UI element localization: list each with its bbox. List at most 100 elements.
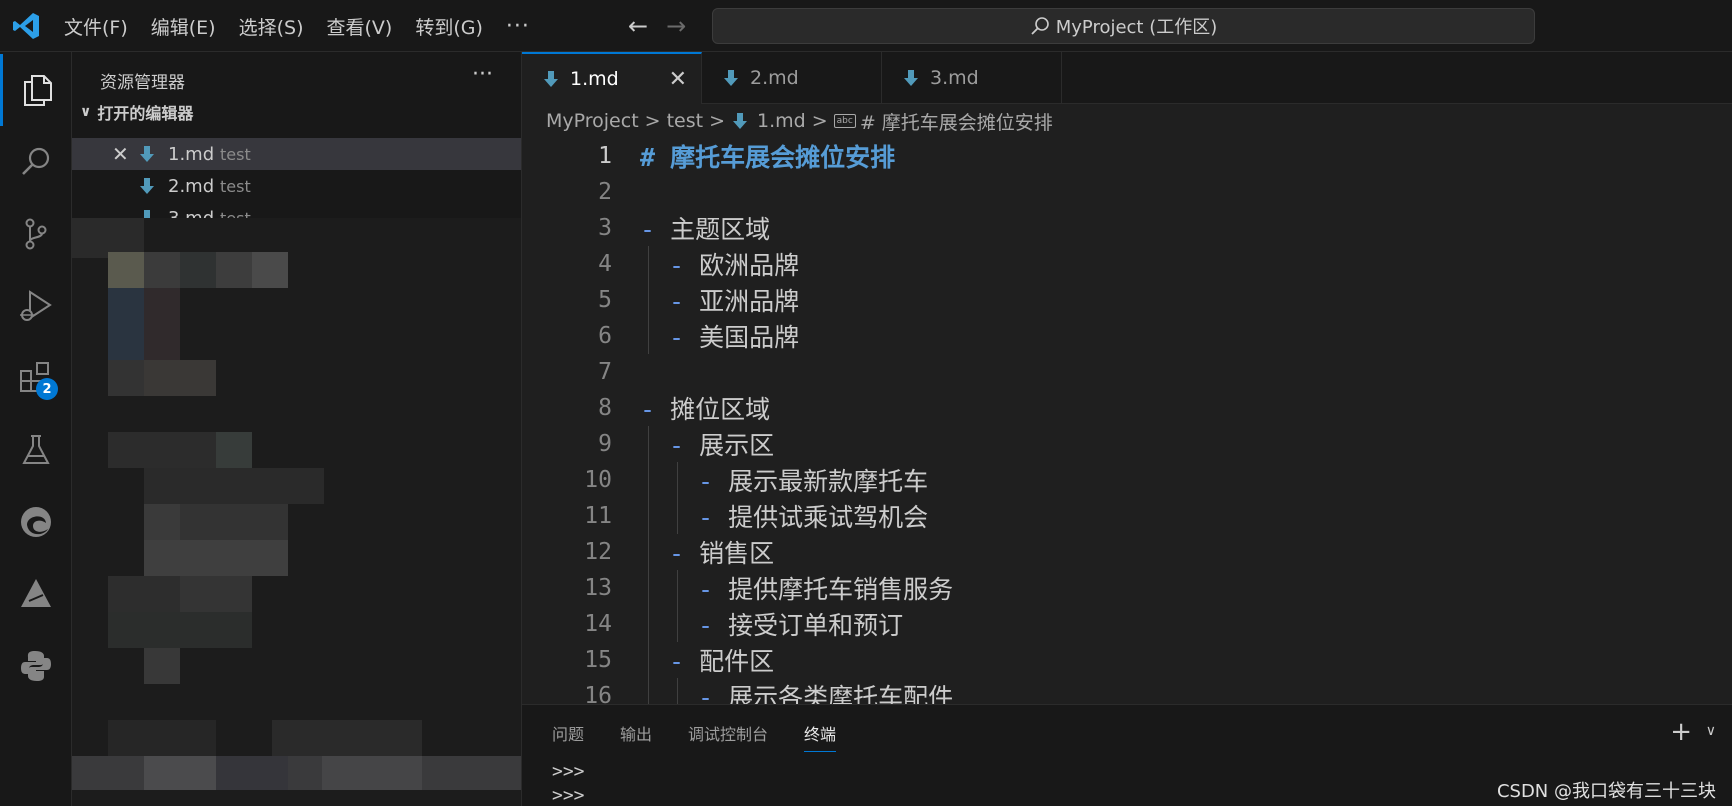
search-button[interactable] (0, 126, 72, 198)
line-number: 9 (598, 431, 612, 457)
terminal-prompt[interactable]: >>> (552, 785, 585, 806)
source-control-button[interactable] (0, 198, 72, 270)
line-number: 14 (584, 611, 612, 637)
code-line[interactable]: 8 - 摊位区域 (522, 390, 1732, 426)
menu-go[interactable]: 转到(G) (415, 13, 483, 40)
forward-arrow-icon[interactable]: → (666, 12, 686, 40)
extensions-button[interactable]: 2 (0, 342, 72, 414)
file-name: 2.md (168, 175, 215, 197)
list-item-text: - 亚洲品牌 (669, 282, 799, 318)
line-number: 2 (598, 179, 612, 205)
code-line[interactable]: 12 - 销售区 (522, 534, 1732, 570)
run-debug-button[interactable] (0, 270, 72, 342)
line-content: 配件区 (699, 647, 775, 676)
line-content: 接受订单和预订 (728, 611, 904, 640)
testing-button[interactable] (0, 414, 72, 486)
indent-guide (648, 426, 649, 462)
menu-more-icon[interactable]: ··· (506, 14, 530, 39)
triangle-button[interactable] (0, 558, 72, 630)
chevron-right-icon: > (811, 110, 828, 132)
source-control-icon (25, 218, 47, 250)
tab-2md[interactable]: 2.md (702, 52, 882, 104)
panel-tab-problems[interactable]: 问题 (552, 721, 584, 752)
editor-tabs: 1.md ✕ 2.md 3.md (522, 52, 1732, 104)
blurred-region (72, 218, 521, 806)
chevron-down-icon[interactable]: ∨ (1706, 723, 1716, 739)
panel-tab-debug-console[interactable]: 调试控制台 (688, 721, 768, 752)
line-number: 3 (598, 215, 612, 241)
open-editor-item[interactable]: 2.md test (72, 170, 521, 202)
back-arrow-icon[interactable]: ← (628, 12, 648, 40)
breadcrumb-symbol[interactable]: # 摩托车展会摊位安排 (860, 108, 1053, 135)
line-number: 15 (584, 647, 612, 673)
close-icon[interactable]: ✕ (112, 142, 129, 166)
code-line[interactable]: 9 - 展示区 (522, 426, 1732, 462)
panel-tab-terminal[interactable]: 终端 (804, 721, 837, 752)
nav-arrows: ← → (628, 12, 686, 40)
open-editor-item[interactable]: ✕ 1.md test (72, 138, 521, 170)
code-line[interactable]: 16 - 展示各类摩托车配件 (522, 678, 1732, 704)
indent-guide (648, 282, 649, 318)
code-line[interactable]: 3 - 主题区域 (522, 210, 1732, 246)
list-marker: - (669, 431, 700, 460)
markdown-file-icon (140, 146, 154, 162)
menu-bar: 文件(F) 编辑(E) 选择(S) 查看(V) 转到(G) ··· (64, 0, 553, 52)
code-line[interactable]: 6 - 美国品牌 (522, 318, 1732, 354)
triangle-icon (21, 579, 51, 607)
code-line[interactable]: 15 - 配件区 (522, 642, 1732, 678)
line-number: 5 (598, 287, 612, 313)
tab-1md[interactable]: 1.md ✕ (522, 52, 702, 104)
code-line[interactable]: 4 - 欧洲品牌 (522, 246, 1732, 282)
menu-selection[interactable]: 选择(S) (239, 13, 304, 40)
python-button[interactable] (0, 630, 72, 702)
list-marker: - (698, 611, 729, 640)
code-editor[interactable]: 1 # 摩托车展会摊位安排 2 3 - 主题区域 4 - 欧洲品牌 5 - 亚洲品牌 6 - 美国品… (522, 138, 1732, 704)
testing-icon (22, 435, 50, 464)
list-item-text: - 展示最新款摩托车 (698, 462, 928, 498)
indent-guide (677, 606, 678, 642)
tab-label: 2.md (750, 67, 799, 89)
open-editors-label: 打开的编辑器 (97, 104, 194, 123)
indent-guide (648, 498, 649, 534)
code-line[interactable]: 7 (522, 354, 1732, 390)
chevron-down-icon: ∨ (80, 104, 92, 120)
command-center-search[interactable]: MyProject (工作区) (712, 8, 1535, 44)
indent-guide (648, 642, 649, 678)
explorer-icon (23, 75, 52, 106)
sidebar-more-icon[interactable]: ··· (472, 62, 493, 87)
breadcrumb-folder[interactable]: test (667, 110, 704, 132)
code-line[interactable]: 14 - 接受订单和预订 (522, 606, 1732, 642)
code-line[interactable]: 10 - 展示最新款摩托车 (522, 462, 1732, 498)
code-line[interactable]: 1 # 摩托车展会摊位安排 (522, 138, 1732, 174)
code-line[interactable]: 5 - 亚洲品牌 (522, 282, 1732, 318)
code-line[interactable]: 2 (522, 174, 1732, 210)
extensions-badge: 2 (36, 378, 58, 400)
menu-view[interactable]: 查看(V) (327, 13, 393, 40)
breadcrumb-project[interactable]: MyProject (546, 110, 639, 132)
edge-button[interactable] (0, 486, 72, 558)
new-terminal-icon[interactable]: + (1670, 717, 1692, 747)
explorer-button[interactable] (0, 54, 72, 126)
tab-3md[interactable]: 3.md (882, 52, 1062, 104)
file-dir: test (220, 176, 251, 196)
watermark: CSDN @我口袋有三十三块 (1496, 781, 1716, 802)
line-content: 销售区 (699, 539, 775, 568)
line-number: 4 (598, 251, 612, 277)
code-line[interactable]: 11 - 提供试乘试驾机会 (522, 498, 1732, 534)
line-number: 7 (598, 359, 612, 385)
menu-file[interactable]: 文件(F) (64, 13, 128, 40)
list-marker: - (698, 683, 729, 704)
code-line[interactable]: 13 - 提供摩托车销售服务 (522, 570, 1732, 606)
explorer-sidebar: 资源管理器 ··· ∨ 打开的编辑器 ✕ 1.md test 2.md test… (72, 52, 522, 806)
menu-edit[interactable]: 编辑(E) (151, 13, 216, 40)
terminal-prompt[interactable]: >>> (552, 761, 585, 782)
breadcrumb-file[interactable]: 1.md (757, 110, 806, 132)
open-editors-header[interactable]: ∨ 打开的编辑器 (80, 100, 193, 124)
line-number: 11 (584, 503, 612, 529)
panel-tab-output[interactable]: 输出 (620, 721, 652, 752)
sidebar-title: 资源管理器 (100, 73, 185, 93)
file-dir: test (220, 144, 251, 164)
line-content: 亚洲品牌 (699, 287, 800, 316)
close-icon[interactable]: ✕ (669, 67, 687, 92)
line-number: 16 (584, 683, 612, 704)
